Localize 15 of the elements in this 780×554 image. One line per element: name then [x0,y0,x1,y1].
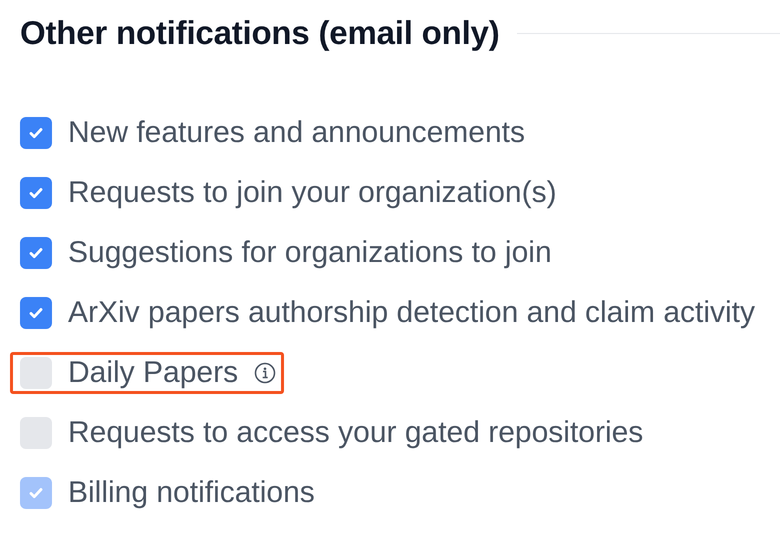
checkbox[interactable] [20,177,52,209]
option-label: Billing notifications [68,476,315,510]
option-label: ArXiv papers authorship detection and claim activity [68,296,756,330]
checkbox[interactable] [20,237,52,269]
option-label: Suggestions for organizations to join [68,236,552,270]
option-label: Daily Papers [68,356,238,390]
checkbox[interactable] [20,297,52,329]
checkbox[interactable] [20,357,52,389]
checkbox[interactable] [20,417,52,449]
option-label: Requests to join your organization(s) [68,176,557,210]
section-title: Other notifications (email only) [20,14,500,52]
checkbox[interactable] [20,117,52,149]
option-label: Requests to access your gated repositories [68,416,644,450]
option-label: New features and announcements [68,116,525,150]
info-icon[interactable] [254,362,276,384]
